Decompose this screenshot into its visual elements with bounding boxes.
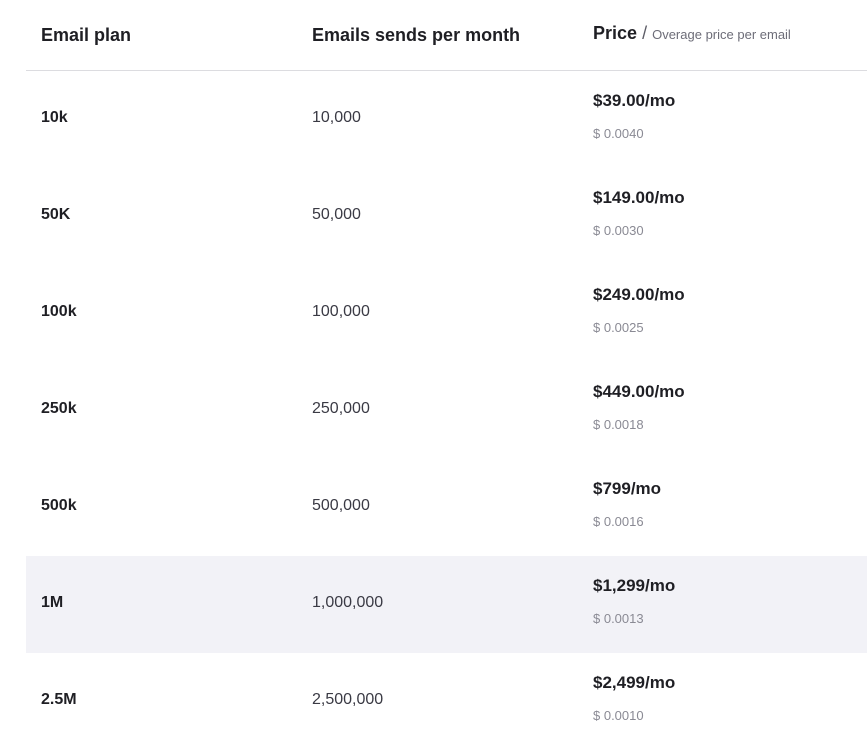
table-row: 100k 100,000 $249.00/mo $ 0.0025 xyxy=(26,265,867,362)
monthly-price: $2,499/mo xyxy=(593,673,676,692)
monthly-price: $799/mo xyxy=(593,479,662,498)
sends-per-month: 1,000,000 xyxy=(312,594,384,611)
overage-price: $ 0.0018 xyxy=(593,417,644,432)
sends-per-month: 250,000 xyxy=(312,400,370,417)
pricing-table: Email plan Emails sends per month Price … xyxy=(26,0,867,750)
plan-name: 1M xyxy=(41,594,64,611)
table-row: 500k 500,000 $799/mo $ 0.0016 xyxy=(26,459,867,556)
column-header-sends-per-month: Emails sends per month xyxy=(312,25,521,45)
plan-name: 500k xyxy=(41,497,77,514)
overage-price: $ 0.0010 xyxy=(593,708,644,723)
column-header-email-plan: Email plan xyxy=(41,25,132,45)
sends-per-month: 100,000 xyxy=(312,303,370,320)
plan-name: 100k xyxy=(41,303,77,320)
sends-per-month: 10,000 xyxy=(312,109,361,126)
plan-name: 2.5M xyxy=(41,691,77,708)
overage-price: $ 0.0040 xyxy=(593,126,644,141)
table-row-highlighted: 1M 1,000,000 $1,299/mo $ 0.0013 xyxy=(26,556,867,653)
plan-name: 50K xyxy=(41,206,71,223)
sends-per-month: 500,000 xyxy=(312,497,370,514)
overage-price: $ 0.0030 xyxy=(593,223,644,238)
monthly-price: $1,299/mo xyxy=(593,576,676,595)
overage-price: $ 0.0013 xyxy=(593,611,644,626)
table-row: 10k 10,000 $39.00/mo $ 0.0040 xyxy=(26,71,867,168)
table-row: 250k 250,000 $449.00/mo $ 0.0018 xyxy=(26,362,867,459)
column-header-price: Price / Overage price per email xyxy=(593,23,791,44)
monthly-price: $449.00/mo xyxy=(593,382,685,401)
plan-name: 250k xyxy=(41,400,77,417)
price-header-separator: / xyxy=(642,23,648,43)
price-header-label: Price xyxy=(593,23,638,43)
monthly-price: $39.00/mo xyxy=(593,91,676,110)
sends-per-month: 50,000 xyxy=(312,206,361,223)
overage-price: $ 0.0025 xyxy=(593,320,644,335)
monthly-price: $149.00/mo xyxy=(593,188,685,207)
overage-price: $ 0.0016 xyxy=(593,514,644,529)
sends-per-month: 2,500,000 xyxy=(312,691,384,708)
table-row: 2.5M 2,500,000 $2,499/mo $ 0.0010 xyxy=(26,653,867,750)
table-header: Email plan Emails sends per month Price … xyxy=(26,0,867,71)
table-row: 50K 50,000 $149.00/mo $ 0.0030 xyxy=(26,168,867,265)
overage-header-label: Overage price per email xyxy=(652,27,791,42)
plan-name: 10k xyxy=(41,109,68,126)
monthly-price: $249.00/mo xyxy=(593,285,685,304)
